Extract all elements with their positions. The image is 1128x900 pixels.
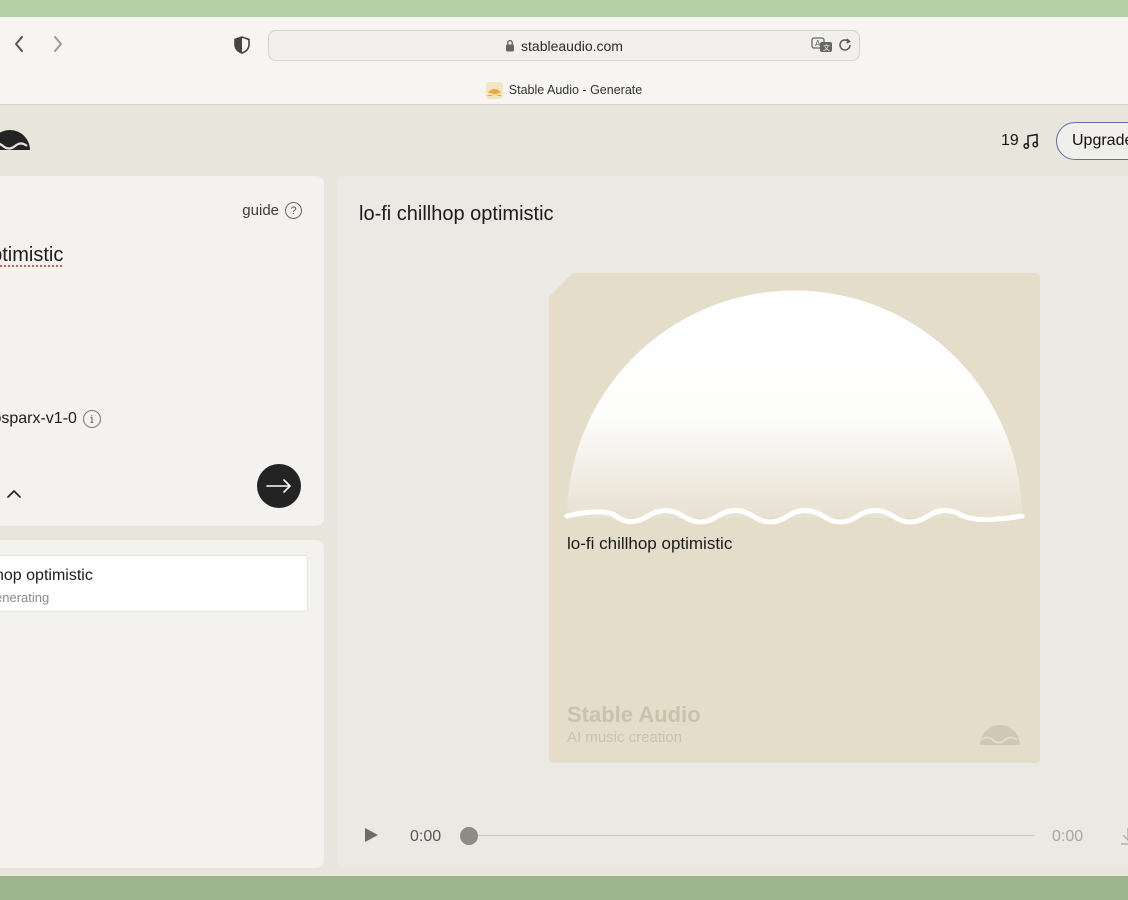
history-item-status: enerating: [0, 590, 50, 605]
prompt-panel: guide ? optimistic diosparx-v1-0 i s: [0, 176, 324, 526]
address-bar[interactable]: stableaudio.com A 文: [268, 30, 860, 61]
tab-title: Stable Audio - Generate: [508, 83, 643, 97]
reload-icon[interactable]: [837, 37, 853, 53]
info-icon[interactable]: i: [82, 410, 101, 428]
audio-player: 0:00 0:00: [337, 816, 1128, 856]
current-time: 0:00: [410, 828, 442, 845]
privacy-shield-button[interactable]: [232, 35, 252, 55]
total-time: 0:00: [1052, 828, 1084, 845]
cover-track-title: lo-fi chillhop optimistic: [567, 534, 733, 553]
model-selector[interactable]: diosparx-v1-0 i: [0, 410, 101, 428]
album-cover: lo-fi chillhop optimistic Stable Audio A…: [549, 273, 1040, 763]
progress-handle[interactable]: [460, 827, 478, 845]
chevron-up-icon[interactable]: [6, 489, 22, 499]
duration-selector[interactable]: s: [0, 485, 22, 502]
track-title: lo-fi chillhop optimistic: [359, 203, 554, 225]
progress-track[interactable]: [467, 835, 1035, 836]
credits-counter[interactable]: 19: [1001, 132, 1040, 150]
back-button[interactable]: [8, 33, 30, 55]
history-panel: hop optimistic enerating: [0, 540, 324, 868]
prompt-input[interactable]: optimistic: [0, 244, 63, 267]
cover-logo-icon: [978, 723, 1022, 752]
question-circle-icon: ?: [285, 202, 302, 219]
track-detail-panel: lo-fi chillhop optimistic lo-fi chillhop…: [337, 176, 1128, 868]
translate-icon[interactable]: A 文: [811, 37, 833, 53]
app-header: 19 Upgrade: [0, 106, 1128, 176]
history-list-item[interactable]: hop optimistic enerating: [0, 555, 308, 612]
cover-tagline: AI music creation: [567, 729, 683, 746]
download-button[interactable]: [1119, 826, 1128, 851]
play-icon: [365, 828, 378, 842]
arrow-right-icon: [266, 479, 291, 493]
stable-audio-logo[interactable]: [0, 128, 32, 157]
forward-button[interactable]: [47, 33, 69, 55]
guide-link[interactable]: guide ?: [242, 202, 302, 219]
credits-count: 19: [1001, 132, 1019, 149]
chevron-left-icon: [15, 36, 23, 52]
url-text: stableaudio.com: [521, 37, 623, 54]
browser-window: stableaudio.com A 文 Stable Audio - Gener…: [0, 17, 1128, 876]
active-tab[interactable]: Stable Audio - Generate: [0, 79, 1128, 101]
history-item-title: hop optimistic: [0, 567, 93, 584]
download-icon: [1121, 828, 1128, 845]
upgrade-button[interactable]: Upgrade: [1056, 122, 1128, 160]
browser-toolbar: stableaudio.com A 文 Stable Audio - Gener…: [0, 17, 1128, 105]
generate-button[interactable]: [257, 464, 301, 508]
model-name: diosparx-v1-0: [0, 410, 77, 427]
desktop-background-top: [0, 0, 1128, 17]
play-button[interactable]: [362, 826, 380, 849]
svg-text:文: 文: [823, 43, 830, 52]
guide-label: guide: [242, 202, 279, 219]
logo-icon: [0, 130, 30, 150]
stable-audio-favicon-icon: [485, 81, 503, 99]
lock-icon: [506, 39, 515, 52]
cover-brand: Stable Audio: [567, 702, 701, 727]
shield-icon: [234, 36, 250, 54]
music-note-icon: [1023, 133, 1039, 149]
desktop-background-bottom: [0, 876, 1128, 900]
sun-wave-artwork: [564, 290, 1025, 525]
chevron-right-icon: [54, 36, 62, 52]
